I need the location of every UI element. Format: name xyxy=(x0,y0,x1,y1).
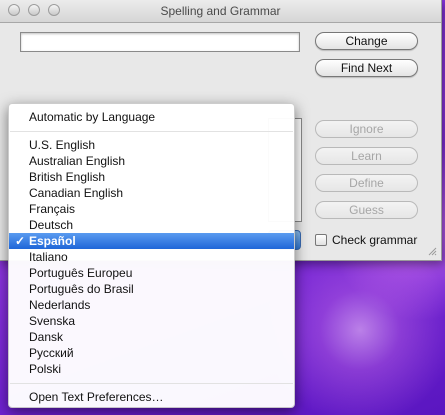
menu-item-australian-english[interactable]: Australian English xyxy=(9,153,294,169)
menu-item-nederlands[interactable]: Nederlands xyxy=(9,297,294,313)
check-grammar-label: Check grammar xyxy=(332,233,418,247)
resize-grip-icon[interactable] xyxy=(427,246,437,256)
window-title: Spelling and Grammar xyxy=(160,4,281,18)
menu-item-british-english[interactable]: British English xyxy=(9,169,294,185)
find-next-button[interactable]: Find Next xyxy=(315,59,418,77)
menu-item-svenska[interactable]: Svenska xyxy=(9,313,294,329)
guess-button[interactable]: Guess xyxy=(315,201,418,219)
menu-item-open-text-preferences[interactable]: Open Text Preferences… xyxy=(9,389,294,405)
learn-button[interactable]: Learn xyxy=(315,147,418,165)
menu-item-portugues-europeu[interactable]: Português Europeu xyxy=(9,265,294,281)
menu-item-polski[interactable]: Polski xyxy=(9,361,294,377)
menu-item-automatic[interactable]: Automatic by Language xyxy=(9,109,294,125)
ignore-button[interactable]: Ignore xyxy=(315,120,418,138)
misspelled-word-field[interactable] xyxy=(20,32,300,52)
change-button[interactable]: Change xyxy=(315,32,418,50)
language-menu: Automatic by Language U.S. English Austr… xyxy=(8,103,295,408)
menu-item-portugues-do-brasil[interactable]: Português do Brasil xyxy=(9,281,294,297)
title-bar[interactable]: Spelling and Grammar xyxy=(0,0,441,23)
checkmark-icon: ✓ xyxy=(15,234,26,248)
menu-item-deutsch[interactable]: Deutsch xyxy=(9,217,294,233)
define-button[interactable]: Define xyxy=(315,174,418,192)
menu-item-francais[interactable]: Français xyxy=(9,201,294,217)
menu-item-espanol[interactable]: ✓ Español xyxy=(9,233,294,249)
menu-item-italiano[interactable]: Italiano xyxy=(9,249,294,265)
menu-separator xyxy=(10,131,293,132)
menu-item-label: Español xyxy=(29,234,76,248)
check-grammar-checkbox[interactable] xyxy=(315,234,327,246)
menu-item-dansk[interactable]: Dansk xyxy=(9,329,294,345)
menu-item-russian[interactable]: Русский xyxy=(9,345,294,361)
menu-item-canadian-english[interactable]: Canadian English xyxy=(9,185,294,201)
menu-separator xyxy=(10,383,293,384)
check-grammar-row[interactable]: Check grammar xyxy=(315,233,417,247)
menu-item-us-english[interactable]: U.S. English xyxy=(9,137,294,153)
